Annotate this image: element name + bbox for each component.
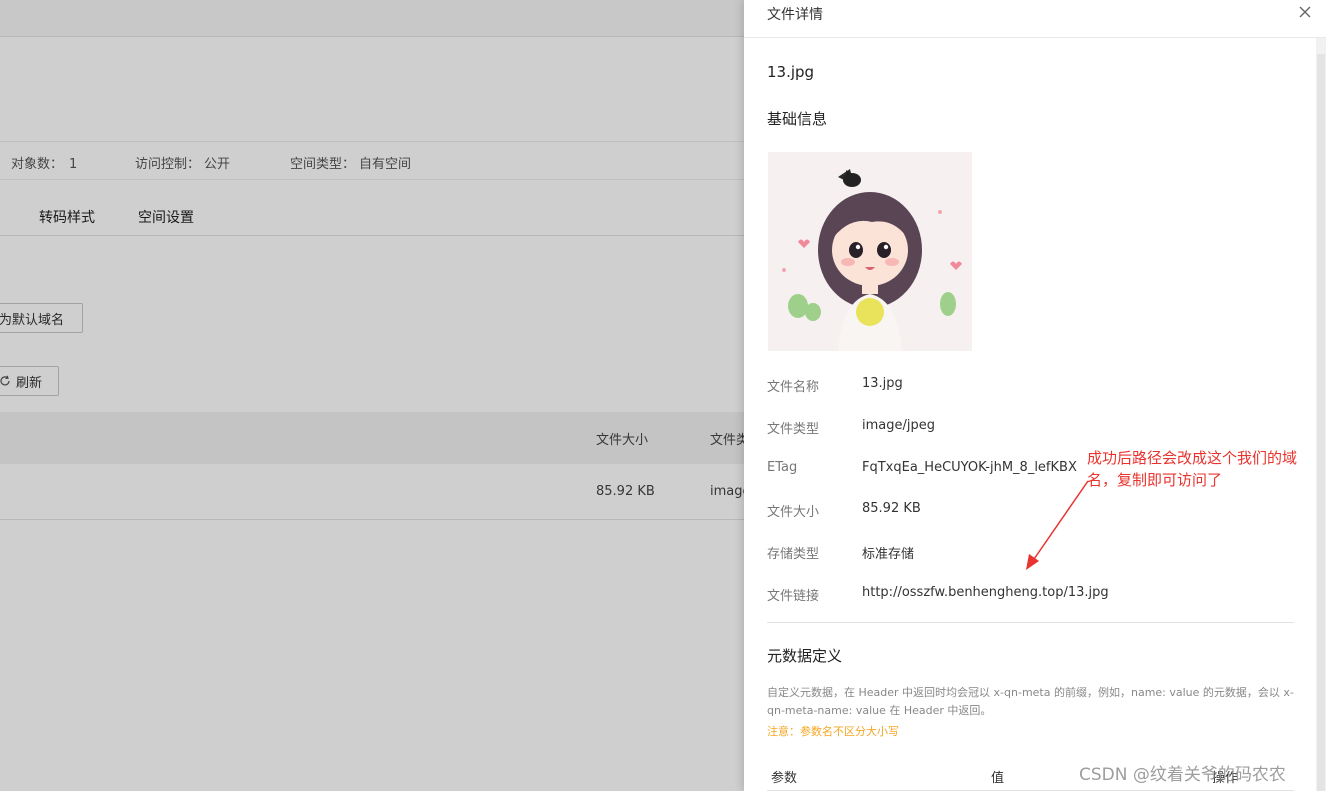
close-icon[interactable] [1296, 3, 1314, 21]
drawer-title: 文件详情 [767, 7, 823, 23]
file-details-drawer: 文件详情 13.jpg 基础信息 文件名称 13.jpg 文件类型 image/… [744, 0, 1326, 791]
col-param: 参数 [771, 771, 798, 786]
col-value: 值 [991, 771, 1005, 786]
metadata-title: 元数据定义 [767, 647, 843, 665]
metadata-note: 注意：参数名不区分大小写 [767, 725, 899, 738]
file-name-heading: 13.jpg [767, 63, 815, 81]
girl-illustration [768, 152, 972, 351]
csdn-watermark: CSDN @纹着关爷的码农农 [1079, 765, 1286, 785]
annotation-arrow [1026, 480, 1089, 570]
drawer-header: 文件详情 [744, 0, 1326, 38]
drawer-scrollbar[interactable] [1316, 38, 1326, 791]
scroll-thumb[interactable] [1317, 54, 1325, 791]
basic-info-title: 基础信息 [767, 110, 828, 128]
red-annotation-text: 成功后路径会改成这个我们的域名，复制即可访问了 [1087, 449, 1298, 489]
image-preview [768, 152, 972, 351]
section-divider [767, 622, 1294, 623]
file-link[interactable]: http://osszfw.benhengheng.top/13.jpg [862, 585, 1109, 600]
metadata-description: 自定义元数据，在 Header 中返回时均会冠以 x-qn-meta 的前缀，例… [767, 686, 1294, 717]
